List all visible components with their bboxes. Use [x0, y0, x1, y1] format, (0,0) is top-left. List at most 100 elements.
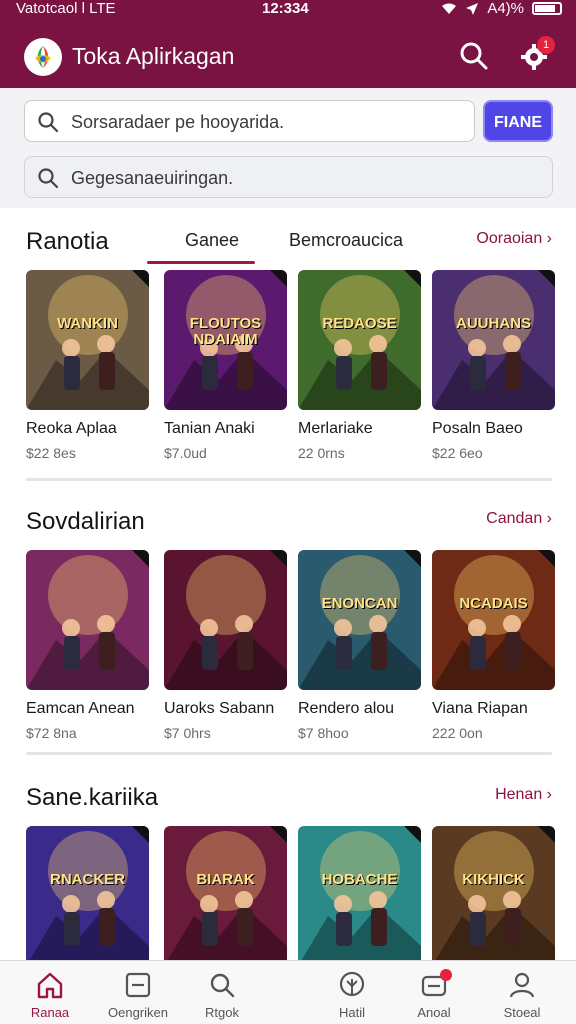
cover-title: HOBACHE [321, 871, 398, 888]
battery-percent: A4)% [487, 0, 524, 17]
app-price: $7 8hoo [298, 725, 349, 741]
cover-title: KIKHICK [462, 871, 525, 888]
section-title: Ranotia [26, 228, 109, 255]
bottom-navigation: Ranaa Oengriken Rtgok Hatil Anoal Stoeal [0, 960, 576, 1024]
see-more-link[interactable]: Ooraoian › [476, 230, 552, 248]
search-submit-button[interactable]: FIANE [483, 100, 553, 142]
app-price: $72 8na [26, 725, 77, 741]
app-price: $7.0ud [164, 445, 207, 461]
notification-badge: 1 [537, 36, 555, 54]
notification-dot [440, 969, 452, 981]
app-thumbnail[interactable]: AUUHANS [432, 270, 555, 410]
app-name: Uaroks Sabann [164, 700, 275, 717]
cover-art [26, 826, 149, 966]
cover-art [432, 270, 555, 410]
tab-games[interactable]: Ganee [185, 230, 239, 251]
section-divider [26, 752, 552, 755]
nav-home[interactable]: Ranaa [6, 969, 94, 1020]
app-logo-icon [24, 38, 62, 76]
primary-search-input[interactable]: Sorsaradaer pe hooyarida. [24, 100, 475, 142]
cover-title: WANKIN [57, 315, 118, 332]
search-icon[interactable] [458, 40, 490, 72]
app-thumbnail[interactable]: ENONCAN [298, 550, 421, 690]
tab-recommendations[interactable]: Bemcroaucica [289, 230, 403, 251]
cover-art [432, 550, 555, 690]
carrier-label: Vatotcaol l LTE [16, 0, 116, 17]
app-thumbnail[interactable]: WANKIN [26, 270, 149, 410]
location-icon [466, 2, 479, 15]
cover-title: NCADAIS [459, 595, 528, 612]
cover-art [164, 550, 287, 690]
app-price: 22 0rns [298, 445, 345, 461]
nav-label: Rtgok [205, 1005, 239, 1020]
app-thumbnail[interactable]: KIKHICK [432, 826, 555, 966]
section-title: Sane.kariika [26, 784, 159, 811]
app-name: Merlariake [298, 420, 373, 437]
app-thumbnail[interactable]: FLOUTOS NDAIAIM [164, 270, 287, 410]
see-more-label: Candan [486, 510, 543, 527]
home-icon [37, 972, 63, 999]
cover-title: ENONCAN [321, 595, 398, 612]
app-price: $22 8es [26, 445, 76, 461]
app-name: Tanian Anaki [164, 420, 255, 437]
wifi-icon [442, 3, 457, 14]
app-thumbnail[interactable] [26, 550, 149, 690]
nav-label: Ranaa [30, 1005, 70, 1020]
cover-title: AUUHANS [456, 315, 531, 332]
cover-art [164, 826, 287, 966]
clock: 12:334 [262, 0, 309, 17]
search-icon [38, 168, 59, 189]
leaf-icon [339, 971, 365, 997]
tab-active-indicator [147, 261, 255, 264]
app-price: $22 6eo [432, 445, 483, 461]
app-name: Eamcan Anean [26, 700, 135, 717]
search-icon [210, 973, 235, 998]
minus-box-icon [125, 972, 151, 998]
see-more-link[interactable]: Candan › [486, 510, 552, 528]
cover-art [298, 826, 421, 966]
nav-label: Hatil [338, 1005, 365, 1020]
cover-art [298, 550, 421, 690]
app-thumbnail[interactable]: REDAOSE [298, 270, 421, 410]
section-three: Sane.kariika Henan › RNACKER BIARAK HOBACH… [0, 760, 576, 966]
cover-title: RNACKER [50, 871, 125, 888]
see-more-link[interactable]: Henan › [495, 786, 552, 804]
app-price: $7 0hrs [164, 725, 211, 741]
section-title: Sovdalirian [26, 508, 145, 535]
section-divider [26, 478, 552, 481]
app-thumbnail[interactable] [164, 550, 287, 690]
app-thumbnail[interactable]: BIARAK [164, 826, 287, 966]
cover-art [432, 826, 555, 966]
nav-inbox[interactable]: Anoal [390, 969, 478, 1020]
status-bar: Vatotcaol l LTE 12:334 A4)% [0, 0, 576, 20]
cover-art [26, 550, 149, 690]
see-more-label: Henan [495, 786, 543, 803]
nav-hatil[interactable]: Hatil [308, 969, 396, 1020]
battery-icon [532, 2, 562, 15]
app-thumbnail[interactable]: RNACKER [26, 826, 149, 966]
secondary-search-input[interactable]: Gegesanaeuiringan. [24, 156, 553, 198]
secondary-search-placeholder: Gegesanaeuiringan. [71, 168, 234, 188]
status-right: A4)% [441, 0, 562, 17]
featured-section: Ranotia Ganee Bemcroaucica Ooraoian › WA… [0, 208, 576, 478]
app-thumbnail[interactable]: NCADAIS [432, 550, 555, 690]
top-app-bar: Vatotcaol l LTE 12:334 A4)% Toka Aplirka… [0, 0, 576, 92]
app-bar: Toka Aplirkagan 1 [0, 26, 576, 90]
nav-categories[interactable]: Oengriken [94, 969, 182, 1020]
cover-art [26, 270, 149, 410]
app-price: 222 0on [432, 725, 483, 741]
nav-label: Anoal [417, 1005, 451, 1020]
nav-search[interactable]: Rtgok [178, 969, 266, 1020]
cover-art [298, 270, 421, 410]
cover-title: BIARAK [196, 871, 255, 888]
nav-label: Oengriken [108, 1005, 168, 1020]
person-icon [509, 972, 535, 998]
nav-profile[interactable]: Stoeal [478, 969, 566, 1020]
cover-title: FLOUTOS NDAIAIM [189, 315, 262, 348]
cover-title: REDAOSE [322, 315, 397, 332]
search-area: Sorsaradaer pe hooyarida. FIANE Gegesana… [0, 88, 576, 208]
app-name: Posaln Baeo [432, 420, 523, 437]
app-name: Reoka Aplaa [26, 420, 117, 437]
app-thumbnail[interactable]: HOBACHE [298, 826, 421, 966]
app-name: Viana Riapan [432, 700, 528, 717]
